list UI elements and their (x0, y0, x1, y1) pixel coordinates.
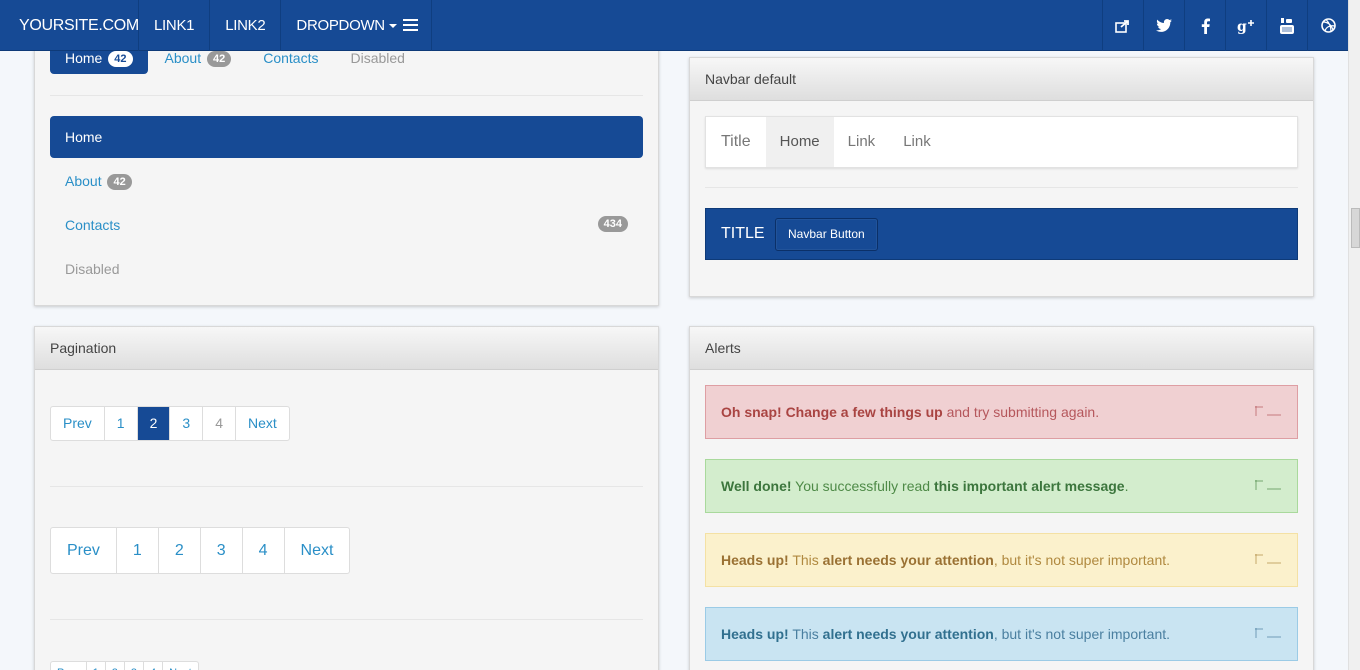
alert-strong: this important alert message (933, 478, 1125, 494)
divider (50, 486, 643, 487)
page-4[interactable]: 4 (241, 528, 284, 573)
pill-home-label: Home (65, 50, 103, 66)
page-scrollbar[interactable] (1348, 0, 1360, 670)
alert-text: . (1124, 478, 1129, 494)
stacked-pills: Home About 42 Contacts 434 Disabled (50, 116, 643, 292)
stacked-item-about-label: About (65, 173, 102, 189)
page-3[interactable]: 3 (199, 528, 242, 573)
page-2[interactable]: 2 (104, 662, 124, 670)
navbar-default-link-home[interactable]: Home (765, 117, 834, 167)
navs-panel: Home 42 About 42 Contacts Disabled Home … (34, 30, 659, 306)
alert-text: , but it's not super important. (993, 626, 1171, 642)
alert-strong: Change a few things up (785, 404, 943, 420)
navbar-panel: Navbar default Title Home Link Link TITL… (689, 57, 1314, 297)
stacked-item-contacts-badge: 434 (597, 216, 628, 232)
alert-strong: alert needs your attention (822, 552, 994, 568)
navbar-button[interactable]: Navbar Button (775, 218, 878, 251)
pagination-small: Prev 1 2 3 4 Next (50, 661, 199, 670)
panel-title: Navbar default (690, 58, 1313, 101)
alert-strong: alert needs your attention (822, 626, 994, 642)
alert-text: This (792, 552, 819, 568)
pagination-default: Prev 1 2 3 4 Next (50, 406, 290, 441)
page-prev[interactable]: Prev (51, 407, 104, 440)
alert-strong: Oh snap! (721, 404, 782, 420)
panel-title: Pagination (35, 327, 658, 370)
page-3[interactable]: 3 (123, 662, 143, 670)
google-plus-icon[interactable]: g (1225, 0, 1266, 51)
nav-link-1[interactable]: LINK1 (138, 0, 209, 51)
alert-success: Well done! You successfully read this im… (705, 459, 1298, 513)
stacked-item-home[interactable]: Home (50, 116, 643, 158)
navbar-inverse-title[interactable]: TITLE (721, 209, 765, 259)
page-2[interactable]: 2 (136, 407, 170, 440)
stacked-item-about-badge: 42 (107, 174, 132, 190)
alert-info: Heads up! This alert needs your attentio… (705, 607, 1298, 661)
svg-text:g: g (1237, 19, 1247, 34)
stacked-item-about[interactable]: About 42 (50, 160, 643, 202)
pill-about-label: About (164, 50, 202, 66)
navbar-default-demo: Title Home Link Link (705, 116, 1298, 168)
youtube-icon[interactable] (1266, 0, 1307, 51)
page-next[interactable]: Next (234, 407, 289, 440)
divider (50, 619, 643, 620)
stacked-item-disabled: Disabled (65, 261, 120, 277)
alert-warning: Heads up! This alert needs your attentio… (705, 533, 1298, 587)
close-icon[interactable] (1255, 406, 1281, 418)
panel-title: Alerts (690, 327, 1313, 370)
navbar-inverse-demo: TITLE Navbar Button (705, 208, 1298, 260)
pagination-panel: Pagination Prev 1 2 3 4 Next Prev 1 2 3 … (34, 326, 659, 670)
close-icon[interactable] (1255, 480, 1281, 492)
navbar-default-link[interactable]: Link (889, 117, 945, 167)
navbar-default-link[interactable]: Link (834, 117, 890, 167)
close-icon[interactable] (1255, 628, 1281, 640)
alert-danger: Oh snap! Change a few things up and try … (705, 385, 1298, 439)
top-navbar: YOURSITE.COM LINK1 LINK2 DROPDOWN g (0, 0, 1348, 51)
divider (705, 187, 1298, 188)
dribbble-icon[interactable] (1307, 0, 1348, 51)
page-3[interactable]: 3 (169, 407, 202, 440)
page-prev[interactable]: Prev (51, 662, 86, 670)
page-next[interactable]: Next (162, 662, 198, 670)
nav-link-2[interactable]: LINK2 (209, 0, 280, 51)
page-2[interactable]: 2 (157, 528, 200, 573)
pill-home-badge: 42 (108, 51, 133, 67)
alert-strong: Heads up! (721, 552, 789, 568)
hamburger-icon[interactable] (388, 0, 432, 51)
alert-strong: Heads up! (721, 626, 789, 642)
nav-links: LINK1 LINK2 DROPDOWN (138, 0, 412, 51)
close-icon[interactable] (1255, 554, 1281, 566)
share-icon[interactable] (1102, 0, 1143, 51)
brand-link[interactable]: YOURSITE.COM (19, 0, 139, 51)
pagination-large: Prev 1 2 3 4 Next (50, 527, 351, 574)
page-prev[interactable]: Prev (51, 528, 116, 573)
alert-text: , but it's not super important. (993, 552, 1171, 568)
social-links: g (1102, 0, 1348, 51)
nav-dropdown-label: DROPDOWN (296, 17, 385, 34)
divider (50, 95, 643, 96)
page-4: 4 (202, 407, 235, 440)
alert-text: This (792, 626, 819, 642)
scrollbar-thumb[interactable] (1351, 208, 1360, 248)
facebook-icon[interactable] (1184, 0, 1225, 51)
twitter-icon[interactable] (1143, 0, 1184, 51)
alert-strong: Well done! (721, 478, 792, 494)
alert-text: and try submitting again. (946, 404, 1100, 420)
page-1[interactable]: 1 (115, 528, 158, 573)
stacked-item-contacts-label: Contacts (65, 217, 121, 233)
page-1[interactable]: 1 (103, 407, 137, 440)
pill-about-badge: 42 (206, 51, 232, 67)
page-next[interactable]: Next (283, 528, 350, 573)
page-4[interactable]: 4 (143, 662, 162, 670)
navbar-default-title[interactable]: Title (706, 117, 766, 167)
stacked-item-contacts[interactable]: Contacts 434 (50, 204, 643, 246)
page-1[interactable]: 1 (85, 662, 105, 670)
alerts-panel: Alerts Oh snap! Change a few things up a… (689, 326, 1314, 670)
alert-text: You successfully read (795, 478, 931, 494)
